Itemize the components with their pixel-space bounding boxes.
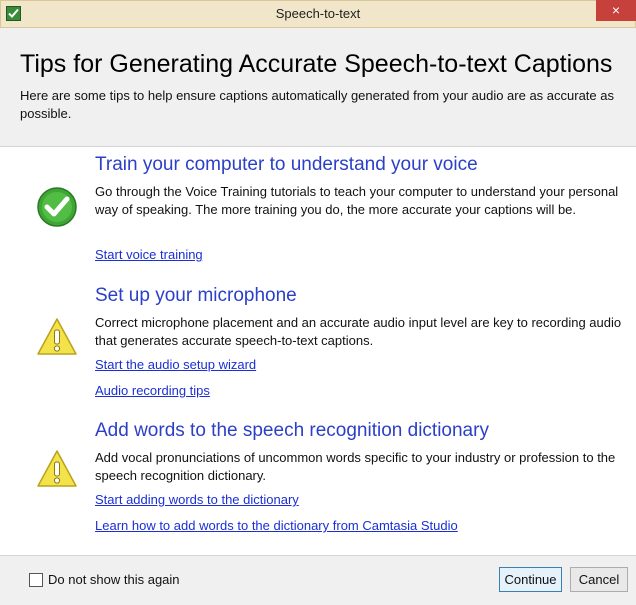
window-title: Speech-to-text — [275, 6, 361, 21]
start-adding-words-link[interactable]: Start adding words to the dictionary — [95, 492, 299, 507]
section-title-dictionary: Add words to the speech recognition dict… — [95, 420, 489, 441]
audio-recording-tips-link[interactable]: Audio recording tips — [95, 383, 210, 398]
page-title: Tips for Generating Accurate Speech-to-t… — [20, 50, 613, 78]
warning-icon — [36, 316, 78, 358]
section-body-dictionary: Add vocal pronunciations of uncommon wor… — [95, 450, 616, 483]
close-button[interactable]: × — [596, 0, 636, 21]
do-not-show-label[interactable]: Do not show this again — [48, 572, 180, 587]
cancel-button[interactable]: Cancel — [570, 567, 628, 592]
section-title-voice-training: Train your computer to understand your v… — [95, 154, 478, 175]
do-not-show-checkbox[interactable] — [29, 573, 43, 587]
section-body-microphone: Correct microphone placement and an accu… — [95, 315, 622, 348]
start-voice-training-link[interactable]: Start voice training — [95, 247, 203, 262]
learn-add-words-camtasia-link[interactable]: Learn how to add words to the dictionary… — [95, 518, 458, 533]
section-body-voice-training: Go through the Voice Training tutorials … — [95, 184, 619, 217]
section-title-microphone: Set up your microphone — [95, 285, 297, 306]
page-subtitle: Here are some tips to help ensure captio… — [20, 88, 614, 121]
warning-icon — [36, 448, 78, 490]
checkmark-icon — [36, 186, 78, 228]
start-audio-setup-wizard-link[interactable]: Start the audio setup wizard — [95, 357, 256, 372]
continue-button[interactable]: Continue — [499, 567, 562, 592]
